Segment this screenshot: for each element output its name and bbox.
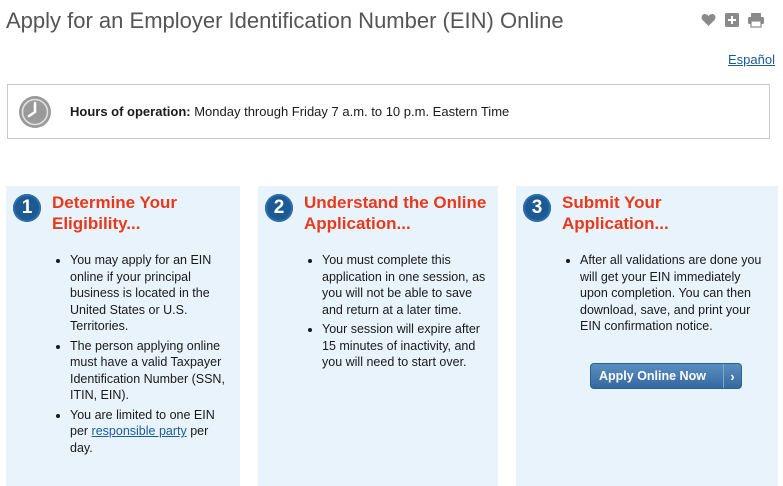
step-title: Submit Your Application... (562, 193, 669, 233)
step-bullet-list: You must complete this application in on… (304, 252, 488, 374)
plus-box-icon[interactable] (723, 11, 741, 29)
list-item: You may apply for an EIN online if your … (70, 252, 230, 335)
clock-icon (18, 95, 52, 129)
apply-button-label: Apply Online Now (599, 369, 706, 383)
hours-value: Monday through Friday 7 a.m. to 10 p.m. … (190, 104, 510, 119)
list-item: The person applying online must have a v… (70, 338, 230, 404)
step-number-badge: 3 (523, 194, 551, 222)
apply-online-now-button[interactable]: Apply Online Now › (590, 363, 742, 389)
page-tools (699, 11, 765, 29)
responsible-party-link[interactable]: responsible party (92, 424, 187, 438)
step-title: Understand the Online Application... (304, 193, 487, 233)
step-bullet-list: You may apply for an EIN online if your … (52, 252, 230, 459)
step-title: Determine Your Eligibility... (52, 193, 178, 233)
list-item: You must complete this application in on… (322, 252, 488, 318)
list-item: Your session will expire after 15 minute… (322, 321, 488, 371)
step-number-badge: 1 (13, 194, 41, 222)
step-card-eligibility: 1 Determine Your Eligibility... You may … (6, 186, 240, 486)
page-title: Apply for an Employer Identification Num… (6, 8, 564, 33)
hours-of-operation-box: Hours of operation: Monday through Frida… (7, 84, 770, 139)
printer-icon[interactable] (747, 11, 765, 29)
list-item: After all validations are done you will … (580, 252, 768, 335)
chevron-right-icon: › (723, 364, 741, 388)
hours-label: Hours of operation: (70, 104, 191, 119)
step-bullet-list: After all validations are done you will … (562, 252, 768, 338)
heart-icon[interactable] (699, 11, 717, 29)
steps-section: 1 Determine Your Eligibility... You may … (0, 186, 783, 486)
hours-text: Hours of operation: Monday through Frida… (70, 104, 509, 119)
step-card-understand: 2 Understand the Online Application... Y… (258, 186, 498, 486)
step-card-submit: 3 Submit Your Application... After all v… (516, 186, 778, 486)
list-item: You are limited to one EIN per responsib… (70, 407, 230, 457)
step-number-badge: 2 (265, 194, 293, 222)
espanol-link[interactable]: Español (728, 52, 775, 67)
